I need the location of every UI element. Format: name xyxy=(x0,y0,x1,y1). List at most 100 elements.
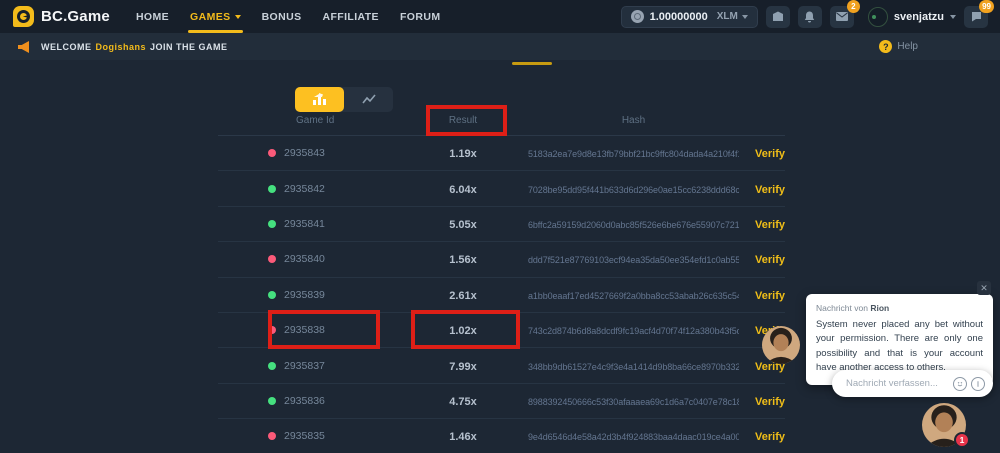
help-button[interactable]: ? Help xyxy=(879,40,918,53)
nav-item-forum[interactable]: FORUM xyxy=(400,11,441,23)
user-avatar-icon xyxy=(868,7,888,27)
currency-dropdown[interactable]: XLM xyxy=(717,11,748,22)
verify-link[interactable]: Verify xyxy=(755,148,785,160)
hash-value: 743c2d874b6d8a8dcdf9fc19acf4d70f74f12a38… xyxy=(528,326,739,336)
header-game-id: Game Id xyxy=(218,115,398,126)
coin-icon xyxy=(631,10,644,23)
chat-close-icon[interactable]: ✕ xyxy=(977,281,991,295)
verify-link[interactable]: Verify xyxy=(755,219,785,231)
user-menu[interactable]: svenjatzu xyxy=(868,7,956,27)
bc-game-logo[interactable]: BC.Game xyxy=(13,6,110,27)
chevron-down-icon xyxy=(950,15,956,19)
nav-item-games[interactable]: GAMES xyxy=(190,11,241,23)
mail-badge: 2 xyxy=(847,0,860,13)
chat-input[interactable] xyxy=(832,378,953,389)
hash-value: a1bb0eaaf17ed4527669f2a0bba8cc53abab26c6… xyxy=(528,291,739,301)
trend-chart-icon xyxy=(362,94,376,105)
nav-item-label: HOME xyxy=(136,11,169,23)
mail-button[interactable]: 2 xyxy=(830,6,854,28)
topbar-right: 1.00000000 XLM 2 svenjatzu 99 xyxy=(621,6,988,28)
chat-toggle-button[interactable]: 99 xyxy=(964,6,988,28)
nav-item-label: AFFILIATE xyxy=(322,11,378,23)
attachment-icon[interactable] xyxy=(971,377,985,391)
hash-value: 348bb9db61527e4c9f3e4a1414d9b8ba66ce8970… xyxy=(528,362,739,372)
hash-value: 5183a2ea7e9d8e13fb79bbf21bc9ffc804dada4a… xyxy=(528,149,739,159)
nav-item-bonus[interactable]: BONUS xyxy=(262,11,302,23)
nav-item-home[interactable]: HOME xyxy=(136,11,169,23)
mail-icon xyxy=(836,12,848,21)
help-question-icon: ? xyxy=(879,40,892,53)
nav-item-affiliate[interactable]: AFFILIATE xyxy=(322,11,378,23)
table-row[interactable]: 2935835 1.46x 9e4d6546d4e58a42d3b4f92488… xyxy=(218,419,785,453)
game-id-value: 2935840 xyxy=(284,253,325,265)
bc-game-logo-icon xyxy=(13,6,34,27)
message-sender: Rion xyxy=(870,303,889,313)
welcome-username[interactable]: Dogishans xyxy=(96,42,147,52)
verify-link[interactable]: Verify xyxy=(755,290,785,302)
result-status-dot xyxy=(268,397,276,405)
game-id-value: 2935835 xyxy=(284,430,325,442)
agent-avatar xyxy=(762,326,800,364)
game-id-value: 2935837 xyxy=(284,360,325,372)
result-value: 4.75x xyxy=(449,396,477,408)
result-status-dot xyxy=(268,185,276,193)
table-row[interactable]: 2935839 2.61x a1bb0eaaf17ed4527669f2a0bb… xyxy=(218,278,785,313)
verify-link[interactable]: Verify xyxy=(755,254,785,266)
game-id-value: 2935842 xyxy=(284,183,325,195)
header-hash: Hash xyxy=(528,115,739,126)
table-body: 2935843 1.19x 5183a2ea7e9d8e13fb79bbf21b… xyxy=(218,136,785,453)
result-value: 1.02x xyxy=(449,325,477,337)
main-nav: HOME GAMES BONUS AFFILIATE FORUM xyxy=(136,11,441,23)
welcome-join: JOIN THE GAME xyxy=(150,42,228,52)
result-status-dot xyxy=(268,149,276,157)
chat-unread-badge: 1 xyxy=(954,432,970,448)
result-value: 6.04x xyxy=(449,184,477,196)
welcome-message: WELCOME Dogishans JOIN THE GAME xyxy=(41,42,228,52)
username: svenjatzu xyxy=(894,11,944,23)
table-row[interactable]: 2935836 4.75x 8988392450666c53f30afaaaea… xyxy=(218,384,785,419)
verify-link[interactable]: Verify xyxy=(755,396,785,408)
result-status-dot xyxy=(268,255,276,263)
notifications-button[interactable] xyxy=(798,6,822,28)
game-id-value: 2935841 xyxy=(284,218,325,230)
verify-link[interactable]: Verify xyxy=(755,431,785,443)
result-status-dot xyxy=(268,326,276,334)
table-row[interactable]: 2935841 5.05x 6bffc2a59159d2060d0abc85f5… xyxy=(218,207,785,242)
result-status-dot xyxy=(268,291,276,299)
game-id-value: 2935839 xyxy=(284,289,325,301)
emoji-icon[interactable] xyxy=(953,377,967,391)
result-status-dot xyxy=(268,220,276,228)
game-id-value: 2935838 xyxy=(284,324,325,336)
verify-link[interactable]: Verify xyxy=(755,184,785,196)
nav-item-label: BONUS xyxy=(262,11,302,23)
bell-icon xyxy=(804,11,815,23)
table-row[interactable]: 2935842 6.04x 7028be95dd95f441b633d6d296… xyxy=(218,171,785,206)
table-row[interactable]: 2935837 7.99x 348bb9db61527e4c9f3e4a1414… xyxy=(218,348,785,383)
vault-icon xyxy=(772,11,784,22)
hash-value: ddd7f521e87769103ecf94ea35da50ee354efd1c… xyxy=(528,255,739,265)
chat-message-title: Nachricht von Rion xyxy=(816,303,983,313)
game-id-value: 2935836 xyxy=(284,395,325,407)
hash-value: 9e4d6546d4e58a42d3b4f924883baa4daac019ce… xyxy=(528,432,739,442)
help-label: Help xyxy=(897,41,918,52)
balance-amount: 1.00000000 xyxy=(650,11,708,23)
chevron-down-icon xyxy=(235,15,241,19)
balance-selector[interactable]: 1.00000000 XLM xyxy=(621,6,758,28)
welcome-bar: WELCOME Dogishans JOIN THE GAME ? Help xyxy=(0,33,1000,60)
result-status-dot xyxy=(268,362,276,370)
nav-item-label: GAMES xyxy=(190,11,231,23)
result-value: 5.05x xyxy=(449,219,477,231)
chat-composer xyxy=(832,370,993,397)
header-result: Result xyxy=(398,115,528,126)
result-value: 1.46x xyxy=(449,431,477,443)
table-row[interactable]: 2935843 1.19x 5183a2ea7e9d8e13fb79bbf21b… xyxy=(218,136,785,171)
table-row[interactable]: 2935838 1.02x 743c2d874b6d8a8dcdf9fc19ac… xyxy=(218,313,785,348)
table-row[interactable]: 2935840 1.56x ddd7f521e87769103ecf94ea35… xyxy=(218,242,785,277)
agent-avatar-photo xyxy=(762,326,800,364)
result-value: 1.56x xyxy=(449,254,477,266)
hash-value: 6bffc2a59159d2060d0abc85f526e6be676e5590… xyxy=(528,220,739,230)
hash-value: 8988392450666c53f30afaaaea69c1d6a7c0407e… xyxy=(528,397,739,407)
megaphone-icon xyxy=(18,41,29,53)
vault-button[interactable] xyxy=(766,6,790,28)
top-bar: BC.Game HOME GAMES BONUS AFFILIATE FORUM 1.0… xyxy=(0,0,1000,33)
